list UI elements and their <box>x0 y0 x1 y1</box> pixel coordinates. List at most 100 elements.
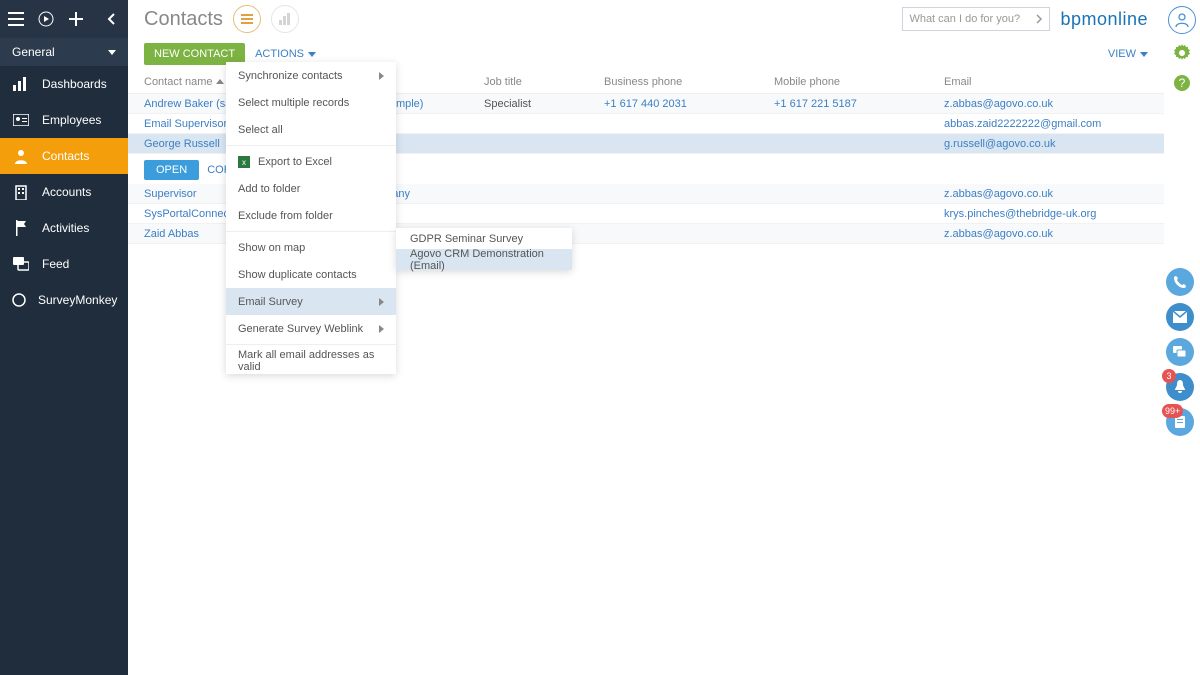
chat-icon <box>12 255 30 273</box>
column-header-job[interactable]: Job title <box>484 76 604 88</box>
chevron-right-icon <box>379 72 384 80</box>
communication-panel: 3 99+ <box>1166 268 1194 436</box>
person-icon <box>12 147 30 165</box>
sidebar-item-label: Activities <box>42 221 89 235</box>
column-header-email[interactable]: Email <box>944 76 1148 88</box>
menu-item-label: Show duplicate contacts <box>238 269 357 281</box>
menu-item-label: Show on map <box>238 242 305 254</box>
mobile-cell[interactable]: +1 617 221 5187 <box>774 98 857 110</box>
sidebar-top <box>0 0 128 38</box>
chevron-down-icon <box>108 50 116 55</box>
email-survey-submenu: GDPR Seminar SurveyAgovo CRM Demonstrati… <box>396 228 572 270</box>
email-cell[interactable]: abbas.zaid2222222@gmail.com <box>944 118 1101 130</box>
submenu-item[interactable]: GDPR Seminar Survey <box>396 228 572 249</box>
chevron-down-icon <box>1140 52 1148 57</box>
process-badge: 99+ <box>1162 404 1183 418</box>
menu-item[interactable]: Mark all email addresses as valid <box>226 347 396 374</box>
sidebar-item-label: Accounts <box>42 185 91 199</box>
email-cell[interactable]: z.abbas@agovo.co.uk <box>944 98 1053 110</box>
view-dropdown-button[interactable]: VIEW <box>1108 48 1148 60</box>
contact-name-link[interactable]: Email Supervisor <box>144 118 227 130</box>
email-cell[interactable]: krys.pinches@thebridge-uk.org <box>944 208 1096 220</box>
menu-item-label: Email Survey <box>238 296 303 308</box>
sidebar-item-accounts[interactable]: Accounts <box>0 174 128 210</box>
notifications-badge: 3 <box>1162 369 1176 383</box>
menu-item[interactable]: Show on map <box>226 234 396 261</box>
sidebar-item-label: SurveyMonkey <box>38 293 117 307</box>
menu-item-label: Select multiple records <box>238 97 349 109</box>
menu-item[interactable]: Synchronize contacts <box>226 62 396 89</box>
search-placeholder: What can I do for you? <box>909 13 1020 25</box>
sidebar-item-employees[interactable]: Employees <box>0 102 128 138</box>
sidebar-item-label: Contacts <box>42 149 89 163</box>
feed-bubble[interactable] <box>1166 338 1194 366</box>
menu-item-label: Exclude from folder <box>238 210 333 222</box>
column-header-phone[interactable]: Business phone <box>604 76 774 88</box>
actions-menu: Synchronize contacts Select multiple reco… <box>226 62 396 374</box>
contact-name-link[interactable]: Supervisor <box>144 188 197 200</box>
menu-item[interactable]: Select all <box>226 116 396 143</box>
email-cell[interactable]: g.russell@agovo.co.uk <box>944 138 1055 150</box>
sidebar-item-activities[interactable]: Activities <box>0 210 128 246</box>
chevron-right-icon <box>379 298 384 306</box>
process-bubble[interactable]: 99+ <box>1166 408 1194 436</box>
list-view-button[interactable] <box>233 5 261 33</box>
menu-item-label: Select all <box>238 124 283 136</box>
sidebar: General Dashboards Employees Contacts Ac… <box>0 0 128 675</box>
menu-item[interactable]: Show duplicate contacts <box>226 261 396 288</box>
email-bubble[interactable] <box>1166 303 1194 331</box>
contact-name-link[interactable]: George Russell <box>144 138 220 150</box>
menu-item[interactable]: Exclude from folder <box>226 202 396 229</box>
chevron-right-icon <box>379 325 384 333</box>
plus-icon[interactable] <box>66 9 86 29</box>
actions-dropdown-button[interactable]: ACTIONS <box>255 48 316 60</box>
building-icon <box>12 183 30 201</box>
excel-icon: x <box>238 156 250 168</box>
bar-chart-icon <box>12 75 30 93</box>
phone-bubble[interactable] <box>1166 268 1194 296</box>
svg-text:?: ? <box>1179 76 1186 90</box>
svg-text:x: x <box>242 158 246 167</box>
menu-item-label: xExport to Excel <box>238 156 332 168</box>
global-search[interactable]: What can I do for you? <box>902 7 1050 31</box>
email-cell[interactable]: z.abbas@agovo.co.uk <box>944 228 1053 240</box>
sort-asc-icon <box>216 79 224 84</box>
workspace-selector[interactable]: General <box>0 38 128 66</box>
sidebar-item-label: Dashboards <box>42 77 107 91</box>
email-cell[interactable]: z.abbas@agovo.co.uk <box>944 188 1053 200</box>
settings-icon[interactable] <box>1171 42 1193 64</box>
chevron-left-icon[interactable] <box>102 9 122 29</box>
column-header-mobile[interactable]: Mobile phone <box>774 76 944 88</box>
menu-item[interactable]: Add to folder <box>226 175 396 202</box>
flag-icon <box>12 219 30 237</box>
open-button[interactable]: OPEN <box>144 160 199 180</box>
id-card-icon <box>12 111 30 129</box>
menu-icon[interactable] <box>6 9 26 29</box>
analytics-view-button[interactable] <box>271 5 299 33</box>
sidebar-item-contacts[interactable]: Contacts <box>0 138 128 174</box>
sidebar-item-feed[interactable]: Feed <box>0 246 128 282</box>
submenu-item[interactable]: Agovo CRM Demonstration (Email) <box>396 249 572 270</box>
menu-item[interactable]: Select multiple records <box>226 89 396 116</box>
circle-icon <box>12 291 26 309</box>
actions-label: ACTIONS <box>255 48 304 60</box>
job-cell: Specialist <box>484 98 604 110</box>
menu-item[interactable]: Generate Survey Weblink <box>226 315 396 342</box>
chevron-down-icon <box>308 52 316 57</box>
phone-cell[interactable]: +1 617 440 2031 <box>604 98 687 110</box>
menu-item[interactable]: Email Survey <box>226 288 396 315</box>
chevron-right-icon <box>1035 14 1043 24</box>
page-title: Contacts <box>144 8 223 31</box>
play-icon[interactable] <box>36 9 56 29</box>
sidebar-item-label: Feed <box>42 257 69 271</box>
user-avatar[interactable] <box>1168 6 1196 34</box>
notifications-bubble[interactable]: 3 <box>1166 373 1194 401</box>
workspace-label: General <box>12 45 55 59</box>
help-icon[interactable]: ? <box>1171 72 1193 94</box>
menu-item-label: Mark all email addresses as valid <box>238 349 384 373</box>
sidebar-item-surveymonkey[interactable]: SurveyMonkey <box>0 282 128 318</box>
contact-name-link[interactable]: Zaid Abbas <box>144 228 199 240</box>
menu-item[interactable]: xExport to Excel <box>226 148 396 175</box>
sidebar-item-dashboards[interactable]: Dashboards <box>0 66 128 102</box>
menu-item-label: Add to folder <box>238 183 300 195</box>
